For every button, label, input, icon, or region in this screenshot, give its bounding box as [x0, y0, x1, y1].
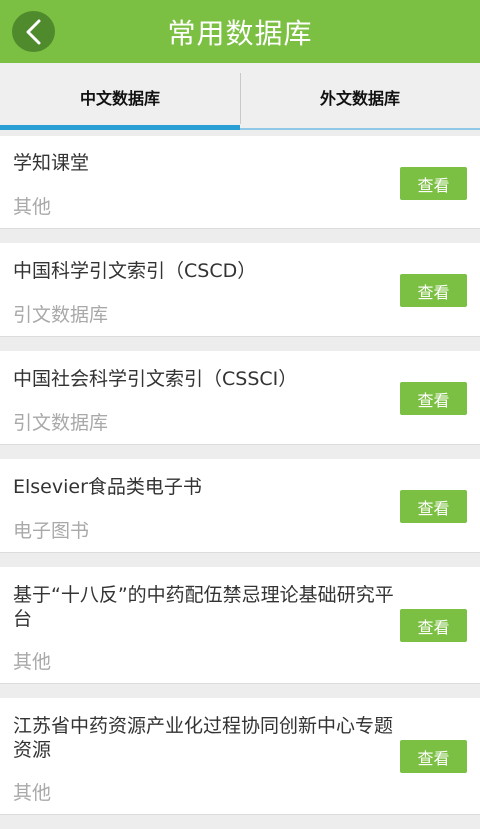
- tab-label: 中文数据库: [79, 88, 160, 108]
- tab-inactive-indicator: [240, 128, 480, 130]
- app-header: 常用数据库: [0, 0, 480, 63]
- view-button[interactable]: 查看: [400, 490, 467, 523]
- database-category: 引文数据库: [13, 304, 109, 326]
- database-title: 基于“十八反”的中药配伍禁忌理论基础研究平台: [13, 584, 394, 630]
- database-category: 电子图书: [13, 520, 90, 542]
- list-item: 中国社会科学引文索引（CSSCI） 引文数据库 查看: [0, 351, 480, 445]
- database-title: 中国社会科学引文索引（CSSCI）: [13, 368, 298, 390]
- view-button[interactable]: 查看: [400, 274, 467, 307]
- database-title: 江苏省中药资源产业化过程协同创新中心专题资源: [13, 715, 394, 761]
- list-item: 基于“十八反”的中药配伍禁忌理论基础研究平台 其他 查看: [0, 567, 480, 684]
- tab-foreign-databases[interactable]: 外文数据库: [240, 63, 480, 130]
- database-title: 中国科学引文索引（CSCD）: [13, 260, 257, 282]
- database-category: 引文数据库: [13, 412, 109, 434]
- database-title: 学知课堂: [13, 152, 90, 174]
- back-button[interactable]: [12, 11, 55, 52]
- tab-label: 外文数据库: [319, 88, 400, 108]
- database-category: 其他: [13, 782, 52, 804]
- list-item: 江苏省中药资源产业化过程协同创新中心专题资源 其他 查看: [0, 698, 480, 815]
- list-item: 学知课堂 其他 查看: [0, 136, 480, 229]
- page-title: 常用数据库: [167, 16, 313, 50]
- back-arrow-icon: [26, 19, 40, 44]
- list-item: Elsevier食品类电子书 电子图书 查看: [0, 459, 480, 553]
- view-button[interactable]: 查看: [400, 167, 467, 200]
- view-button[interactable]: 查看: [400, 740, 467, 773]
- database-list: 学知课堂 其他 查看 中国科学引文索引（CSCD） 引文数据库 查看 中国社会科…: [0, 136, 480, 829]
- database-title: Elsevier食品类电子书: [13, 476, 202, 498]
- view-button[interactable]: 查看: [400, 382, 467, 415]
- database-category: 其他: [13, 196, 52, 218]
- view-button[interactable]: 查看: [400, 609, 467, 642]
- database-category: 其他: [13, 651, 52, 673]
- tab-active-indicator: [0, 125, 240, 130]
- list-item: 中国科学引文索引（CSCD） 引文数据库 查看: [0, 243, 480, 337]
- tab-bar: 中文数据库 外文数据库: [0, 63, 480, 130]
- tab-chinese-databases[interactable]: 中文数据库: [0, 63, 240, 130]
